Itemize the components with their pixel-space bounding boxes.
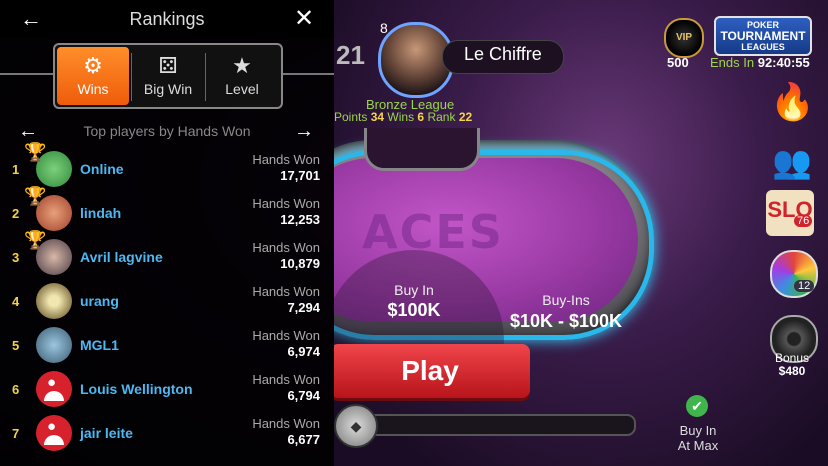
hands-won-value: 10,879 [280, 256, 320, 271]
game-lobby: ACES 21 8 Le Chiffre Bronze League Point… [334, 0, 828, 466]
spin-badge: 12 [794, 280, 815, 292]
silver-trophy-icon: 🏆 [24, 186, 47, 206]
bonus-amount: $480 [778, 364, 806, 378]
tab-big-win-label: Big Win [143, 81, 193, 97]
tournament-timer: Ends In 92:40:55 [710, 55, 810, 70]
player-name[interactable]: urang [80, 293, 119, 309]
player-name[interactable]: Online [80, 161, 124, 177]
row-rank: 4 [12, 294, 20, 309]
rankings-subtitle: Top players by Hands Won [83, 123, 251, 139]
player-name[interactable]: Avril lagvine [80, 249, 163, 265]
hands-won-value: 6,974 [287, 344, 320, 359]
friends-icon[interactable]: 👥 [770, 140, 814, 184]
dice-icon: ⚄ [158, 53, 178, 78]
league-stats: Points 34 Wins 6 Rank 22 [334, 110, 472, 124]
hands-won-label: Hands Won [252, 240, 320, 255]
ends-in-time: 92:40:55 [757, 55, 810, 70]
buy-in-circle [334, 250, 504, 430]
ranking-row[interactable]: 7 jair leite Hands Won 6,677 [0, 412, 334, 456]
rank-number-partial: 21 [336, 40, 365, 70]
row-rank: 2 [12, 206, 20, 221]
buy-in-at-max-line1: Buy In [679, 423, 717, 438]
rankings-panel: ← Rankings ✕ ⚙ Wins ⚄ Big Win ★ Level ← … [0, 0, 334, 466]
bonus-label: Bonus [774, 351, 810, 365]
tournament-logo-line2: TOURNAMENT [720, 29, 806, 43]
row-rank: 1 [12, 162, 20, 177]
flame-icon[interactable]: 🔥 [770, 80, 815, 124]
league-rank-value: 22 [458, 110, 473, 124]
slots-badge: 76 [794, 215, 813, 227]
league-rank-label: Rank [427, 110, 456, 124]
league-wins-value: 6 [417, 110, 425, 124]
buy-in-slider-knob[interactable]: ◆ [334, 404, 378, 448]
player-name[interactable]: lindah [80, 205, 121, 221]
hands-won-value: 6,677 [287, 432, 320, 447]
close-icon[interactable]: ✕ [294, 4, 314, 33]
buy-in-at-max-line2: At Max [677, 438, 719, 453]
buy-in-slider-track[interactable] [364, 414, 636, 436]
hands-won-value: 7,294 [287, 300, 320, 315]
avatar[interactable] [36, 371, 72, 407]
dealer-notch [364, 128, 480, 171]
vip-badge-icon[interactable]: VIP [664, 18, 704, 58]
player-level-badge: 8 [380, 20, 388, 36]
hands-won-value: 12,253 [280, 212, 320, 227]
next-arrow-icon[interactable]: → [294, 120, 314, 143]
row-rank: 6 [12, 382, 20, 397]
star-icon: ★ [232, 53, 252, 78]
buy-in-label: Buy In [394, 282, 434, 298]
checkmark-icon[interactable]: ✔ [686, 395, 708, 417]
buy-ins-label: Buy-Ins [542, 292, 590, 308]
hands-won-label: Hands Won [252, 284, 320, 299]
buy-in-value: $100K [387, 300, 441, 320]
ranking-row[interactable]: 3 🏆 Avril lagvine Hands Won 10,879 [0, 230, 334, 280]
hands-won-label: Hands Won [252, 372, 320, 387]
player-name: Le Chiffre [464, 44, 542, 64]
vip-points: 500 [667, 55, 689, 70]
tab-level[interactable]: ★ Level [206, 47, 278, 105]
play-button[interactable]: Play [334, 344, 530, 398]
row-rank: 7 [12, 426, 20, 441]
gold-trophy-icon: 🏆 [24, 142, 47, 162]
player-name[interactable]: MGL1 [80, 337, 119, 353]
hands-won-label: Hands Won [252, 328, 320, 343]
table-logo: ACES [362, 205, 504, 259]
ranking-row[interactable]: 1 🏆 Online Hands Won 17,701 [0, 142, 334, 192]
row-rank: 5 [12, 338, 20, 353]
ranking-row[interactable]: 4 urang Hands Won 7,294 [0, 280, 334, 324]
league-points-value: 34 [370, 110, 385, 124]
hands-won-label: Hands Won [252, 196, 320, 211]
tab-big-win[interactable]: ⚄ Big Win [132, 47, 204, 105]
avatar[interactable] [36, 415, 72, 451]
ranking-row[interactable]: 5 MGL1 Hands Won 6,974 [0, 324, 334, 368]
player-name[interactable]: Louis Wellington [80, 381, 193, 397]
avatar[interactable] [36, 327, 72, 363]
tab-wins-label: Wins [77, 81, 109, 97]
bronze-trophy-icon: 🏆 [24, 230, 47, 250]
buy-ins-range: $10K - $100K [509, 311, 623, 331]
hands-won-value: 6,794 [287, 388, 320, 403]
ends-in-label: Ends In [710, 55, 755, 70]
tab-wins[interactable]: ⚙ Wins [57, 47, 129, 105]
ranking-tabs: ⚙ Wins ⚄ Big Win ★ Level [53, 43, 283, 109]
league-wins-label: Wins [387, 110, 415, 124]
row-rank: 3 [12, 250, 20, 265]
panel-title: Rankings [129, 9, 205, 29]
hands-won-value: 17,701 [280, 168, 320, 183]
medal-icon: ⚙ [83, 53, 103, 78]
tournament-logo-line3: LEAGUES [741, 42, 785, 52]
ranking-row[interactable]: 6 Louis Wellington Hands Won 6,794 [0, 368, 334, 412]
player-name[interactable]: jair leite [80, 425, 133, 441]
buy-in-at-max-label: Buy In At Max [662, 423, 734, 453]
hands-won-label: Hands Won [252, 152, 320, 167]
tab-level-label: Level [225, 81, 259, 97]
league-points-label: Points [334, 110, 368, 124]
slots-icon[interactable]: SLO [766, 190, 814, 236]
hands-won-label: Hands Won [252, 416, 320, 431]
avatar[interactable] [36, 283, 72, 319]
ranking-row[interactable]: 2 🏆 lindah Hands Won 12,253 [0, 186, 334, 236]
tournament-leagues-logo[interactable]: POKER TOURNAMENT LEAGUES [714, 16, 812, 56]
